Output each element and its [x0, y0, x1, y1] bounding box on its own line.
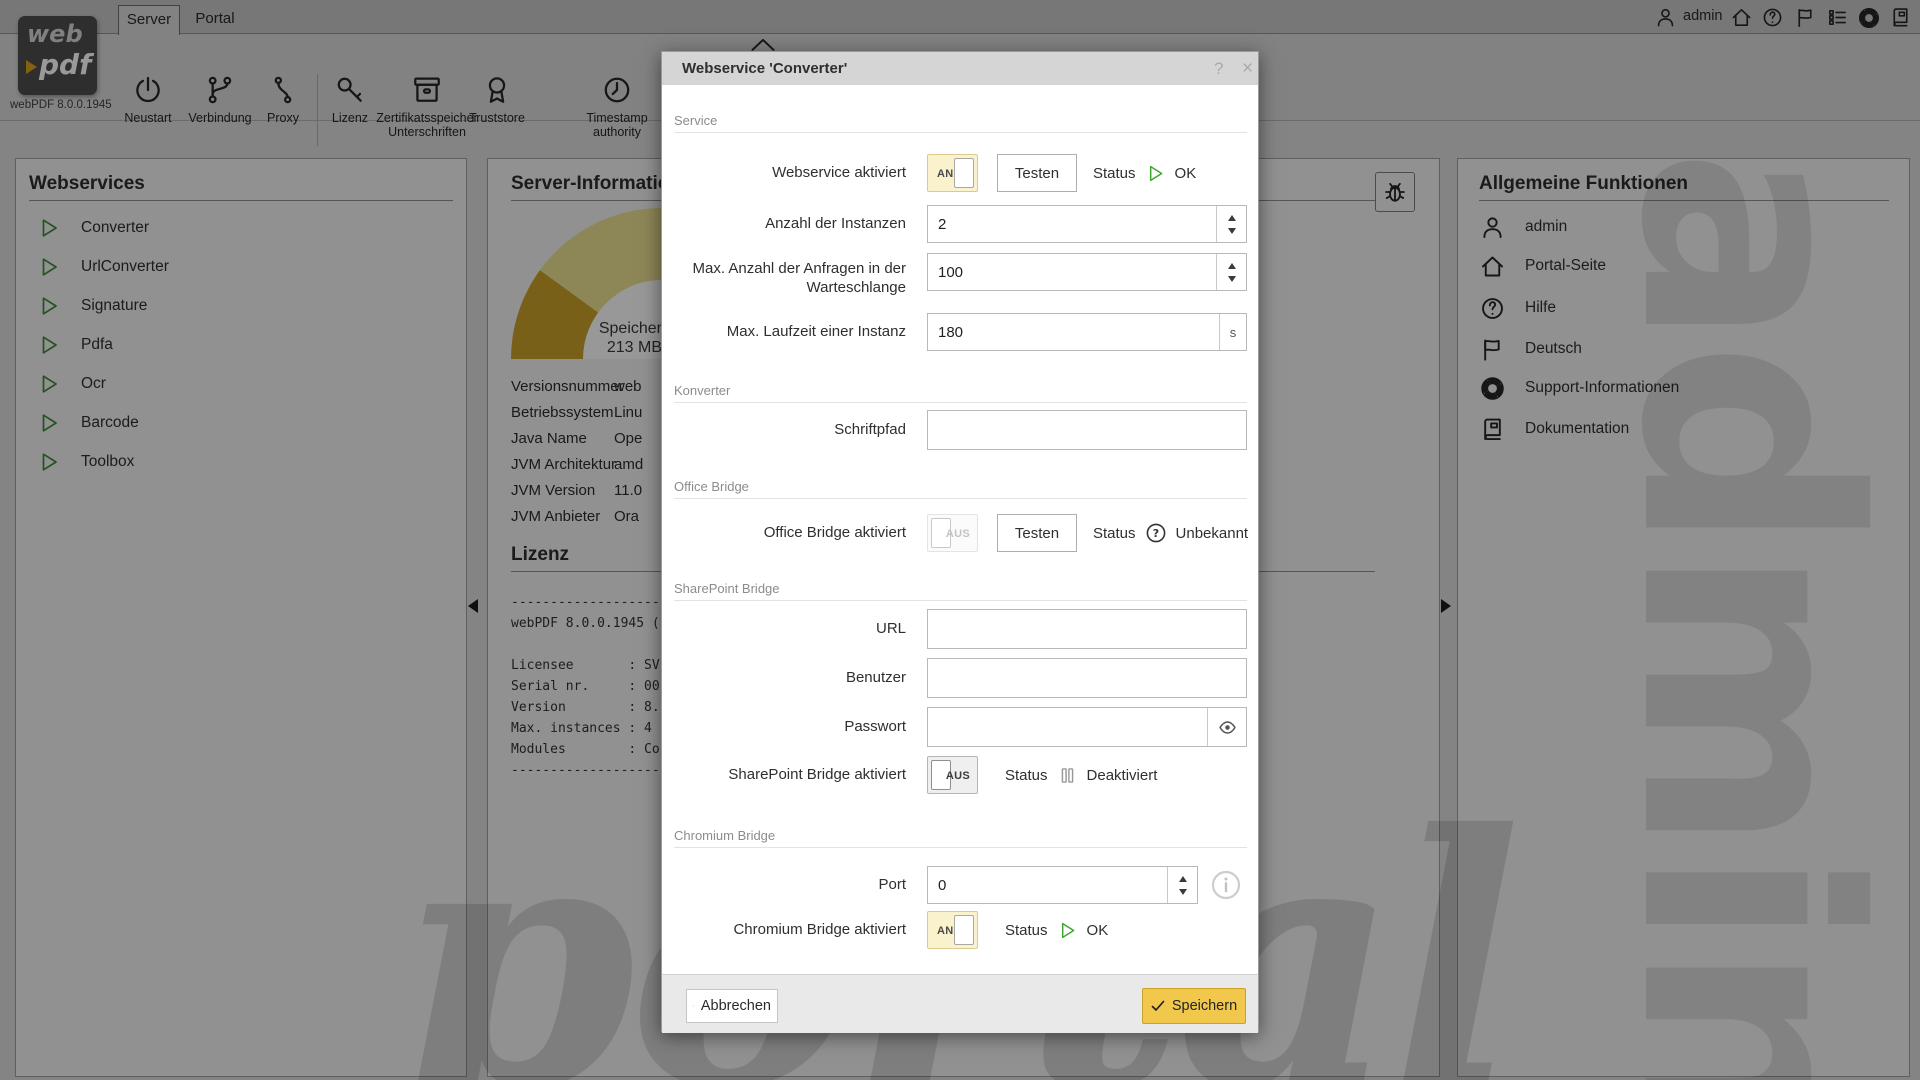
sharepoint-enabled-toggle[interactable]: AUS [927, 756, 978, 794]
toggle-state-label: AUS [946, 770, 970, 782]
benutzer-input[interactable] [928, 659, 1246, 697]
runtime-unit-label: s [1219, 314, 1246, 350]
toggle-state-label: AN [937, 925, 954, 937]
dialog-titlebar[interactable]: Webservice 'Converter' ? × [662, 52, 1258, 85]
fontpath-input[interactable] [928, 411, 1246, 449]
svg-text:?: ? [1152, 527, 1158, 540]
benutzer-label: Benutzer [674, 658, 906, 698]
status-value: Unbekannt [1176, 525, 1249, 542]
check-icon [1151, 1000, 1165, 1012]
runtime-label: Max. Laufzeit einer Instanz [674, 313, 906, 351]
sharepoint-enabled-label: SharePoint Bridge aktiviert [674, 756, 906, 794]
instances-label: Anzahl der Instanzen [674, 205, 906, 243]
dialog-title: Webservice 'Converter' [682, 52, 847, 85]
section-service: Service [674, 113, 1247, 133]
status-value: OK [1087, 922, 1109, 939]
passwort-input[interactable] [928, 708, 1207, 746]
office-enabled-toggle[interactable]: AUS [927, 514, 978, 552]
webpdf-admin-screen: Server Portal admin [0, 0, 1920, 1080]
toggle-state-label: AN [937, 168, 954, 180]
status-label: Status [1005, 922, 1048, 939]
status-label: Status [1093, 165, 1136, 182]
toggle-knob [954, 158, 974, 188]
dialog-help-button[interactable]: ? [1214, 52, 1223, 85]
status-pause-icon [1057, 765, 1078, 786]
runtime-field: s [927, 313, 1247, 351]
url-label: URL [674, 609, 906, 649]
webservice-converter-dialog: Webservice 'Converter' ? × Service Webse… [661, 51, 1259, 1032]
passwort-field [927, 707, 1247, 747]
chromium-enabled-label: Chromium Bridge aktiviert [674, 911, 906, 949]
webservice-enabled-toggle[interactable]: AN [927, 154, 978, 192]
password-visibility-button[interactable] [1207, 708, 1246, 746]
runtime-input[interactable] [928, 314, 1219, 350]
url-input[interactable] [928, 610, 1246, 648]
sharepoint-status: Status Deaktiviert [1005, 756, 1157, 794]
chromium-status: Status OK [1005, 911, 1108, 949]
webservice-status: Status OK [1093, 154, 1196, 192]
section-chromium-bridge: Chromium Bridge [674, 828, 1247, 848]
status-unknown-icon: ? [1145, 522, 1167, 544]
toggle-state-label: AUS [946, 528, 970, 540]
office-test-button[interactable]: Testen [997, 514, 1077, 552]
port-input[interactable] [928, 867, 1167, 903]
port-field [927, 866, 1198, 904]
status-ok-play-icon [1057, 920, 1078, 941]
queue-field [927, 253, 1247, 291]
x-icon [693, 1000, 694, 1012]
status-label: Status [1005, 767, 1048, 784]
status-value: Deaktiviert [1087, 767, 1158, 784]
office-enabled-label: Office Bridge aktiviert [674, 514, 906, 552]
chromium-enabled-toggle[interactable]: AN [927, 911, 978, 949]
status-ok-play-icon [1145, 163, 1166, 184]
stepper-up-icon[interactable] [1228, 215, 1236, 221]
benutzer-field [927, 658, 1247, 698]
webservice-enabled-label: Webservice aktiviert [674, 154, 906, 192]
queue-stepper[interactable] [1216, 254, 1246, 290]
save-button[interactable]: Speichern [1142, 988, 1246, 1024]
section-office-bridge: Office Bridge [674, 479, 1247, 499]
cancel-label: Abbrechen [701, 998, 771, 1014]
webservice-test-button[interactable]: Testen [997, 154, 1077, 192]
fontpath-field [927, 410, 1247, 450]
url-field [927, 609, 1247, 649]
passwort-label: Passwort [674, 707, 906, 747]
fontpath-label: Schriftpfad [674, 410, 906, 450]
section-konverter: Konverter [674, 383, 1247, 403]
stepper-down-icon[interactable] [1228, 228, 1236, 234]
stepper-up-icon[interactable] [1228, 263, 1236, 269]
section-sharepoint-bridge: SharePoint Bridge [674, 581, 1247, 601]
instances-stepper[interactable] [1216, 206, 1246, 242]
toggle-knob [954, 915, 974, 945]
dialog-close-button[interactable]: × [1242, 52, 1253, 85]
port-label: Port [674, 866, 906, 904]
eye-icon [1217, 717, 1238, 738]
queue-input[interactable] [928, 254, 1216, 290]
status-value: OK [1175, 165, 1197, 182]
queue-label: Max. Anzahl der Anfragen in derWarteschl… [674, 255, 906, 297]
stepper-down-icon[interactable] [1179, 889, 1187, 895]
status-label: Status [1093, 525, 1136, 542]
stepper-up-icon[interactable] [1179, 876, 1187, 882]
dialog-footer: Abbrechen Speichern [662, 974, 1258, 1033]
cancel-button[interactable]: Abbrechen [686, 989, 778, 1023]
port-info-icon[interactable] [1211, 870, 1241, 900]
port-stepper[interactable] [1167, 867, 1197, 903]
stepper-down-icon[interactable] [1228, 276, 1236, 282]
save-label: Speichern [1172, 998, 1237, 1014]
office-status: Status ? Unbekannt [1093, 514, 1248, 552]
instances-input[interactable] [928, 206, 1216, 242]
instances-field [927, 205, 1247, 243]
